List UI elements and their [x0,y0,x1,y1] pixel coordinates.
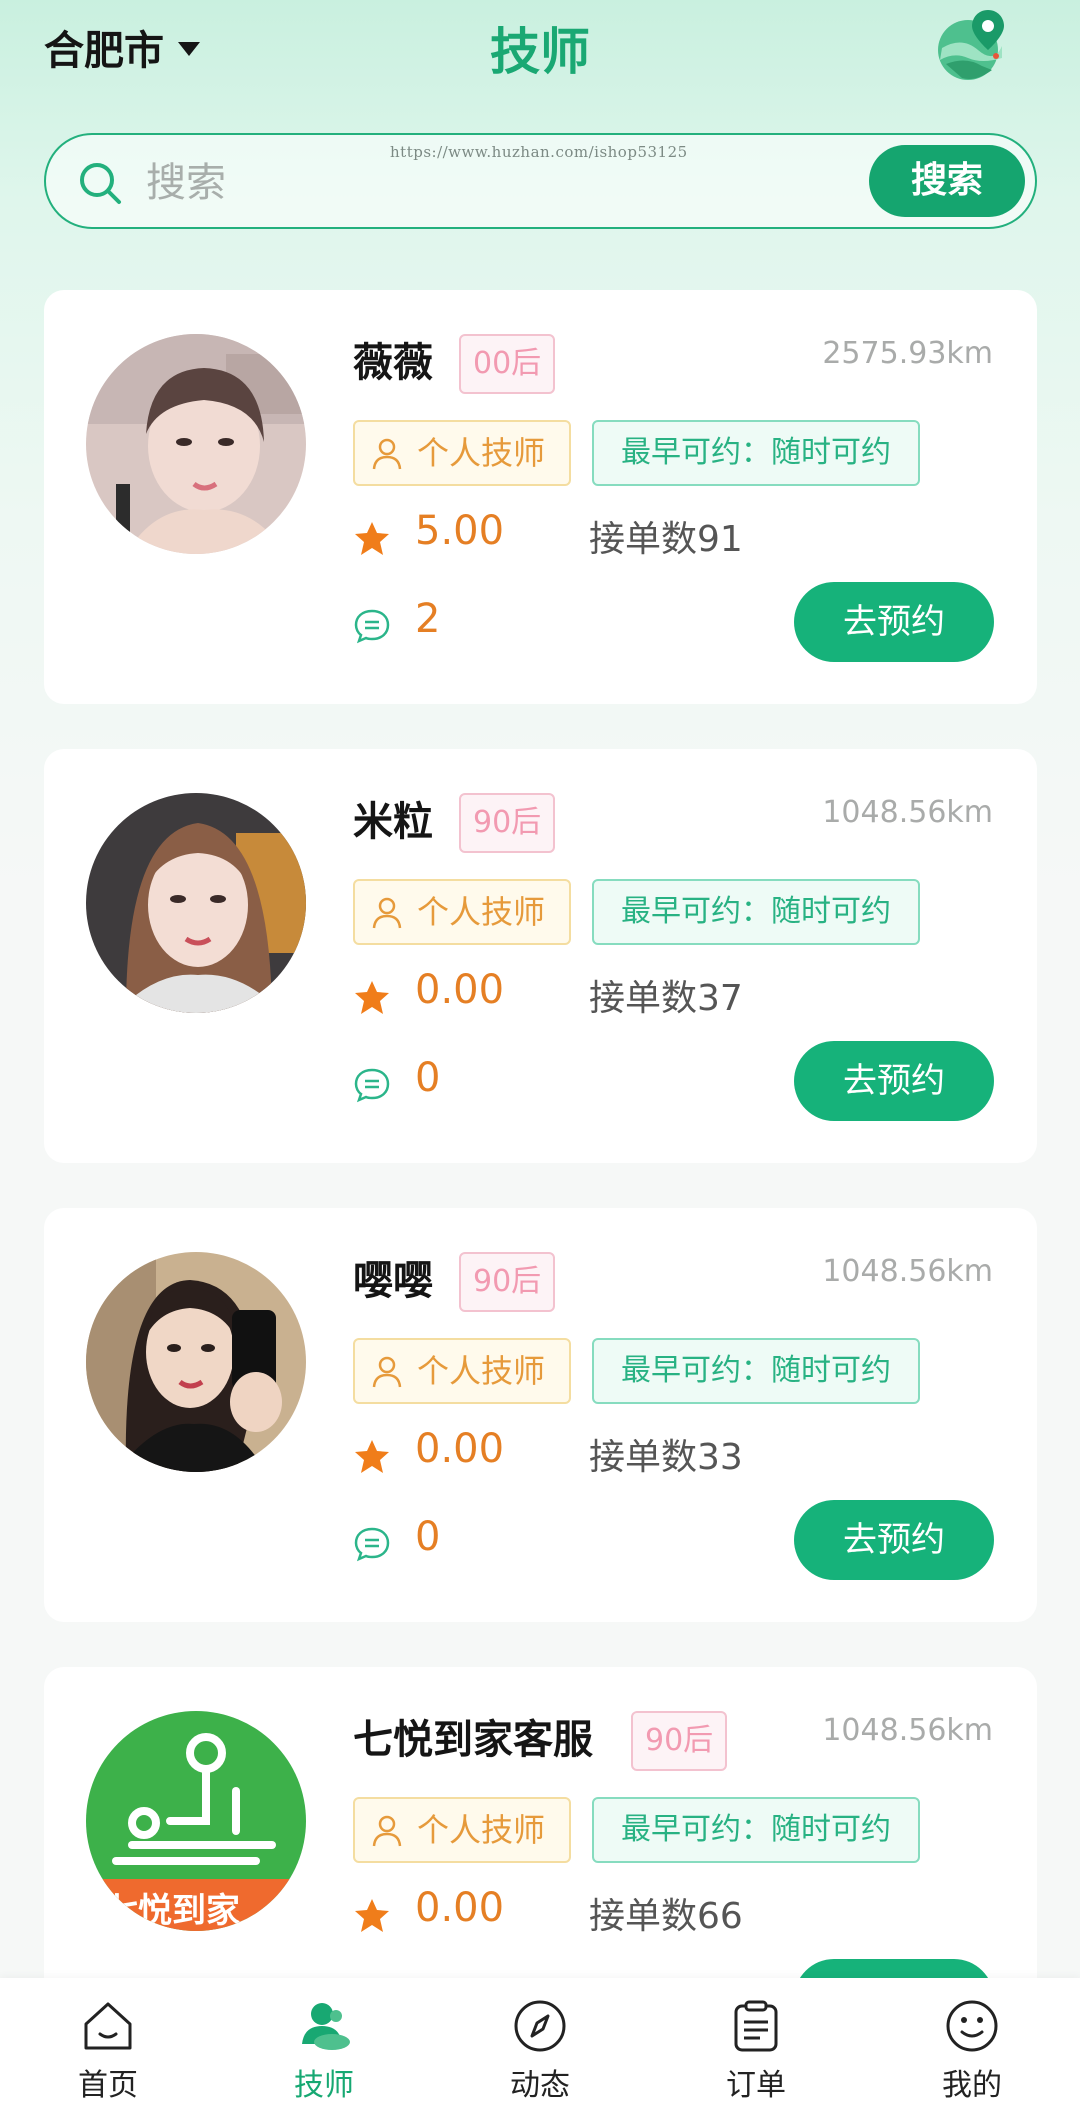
comment-row[interactable]: 0 [353,1055,553,1111]
person-icon [372,1356,402,1388]
map-location-button[interactable] [932,6,1010,84]
comment-icon [354,1527,390,1562]
tab-label: 首页 [78,2068,138,2103]
order-count: 接单数66 [589,1896,743,1937]
watermark-text: https://www.huzhan.com/ishop53125 [390,143,688,161]
availability-tag: 最早可约：随时可约 [592,1338,920,1404]
personal-technician-tag: 个人技师 [353,1797,571,1863]
availability-tag: 最早可约：随时可约 [592,1797,920,1863]
personal-tag-label: 个人技师 [417,1352,546,1390]
rating-row: 0.00 接单数37 [353,967,953,1023]
tab-moments[interactable]: 动态 [470,1978,610,2113]
rating-row: 0.00 接单数66 [353,1885,953,1941]
availability-tag: 最早可约：随时可约 [592,879,920,945]
technician-list-page: 合肥市 技师 搜索 https://www.huzhan.com/ishop53… [0,0,1080,2113]
order-count: 接单数91 [589,519,743,560]
search-button[interactable]: 搜索 [869,145,1025,217]
personal-tag-label: 个人技师 [417,1811,546,1849]
availability-tag: 最早可约：随时可约 [592,420,920,486]
avatar [86,334,306,554]
technician-name: 七悦到家客服 [353,1717,593,1763]
personal-tag-label: 个人技师 [417,434,546,472]
order-count: 接单数33 [589,1437,743,1478]
map-pin-icon [938,10,1004,80]
clipboard-icon [734,2000,778,2052]
avatar [86,793,306,1013]
personal-technician-tag: 个人技师 [353,1338,571,1404]
tab-orders[interactable]: 订单 [686,1978,826,2113]
tab-label: 我的 [942,2068,1002,2103]
age-tag: 90后 [459,1252,556,1312]
technician-name: 嘤嘤 [353,1258,433,1304]
comment-row[interactable]: 2 [353,596,553,652]
avatar: 七悦到家 [86,1711,306,1931]
book-button[interactable]: 去预约 [794,1500,994,1580]
distance-text: 2575.93km [822,336,993,371]
order-count: 接单数37 [589,978,743,1019]
technician-icon [302,2003,350,2050]
personal-technician-tag: 个人技师 [353,879,571,945]
search-input[interactable] [146,155,746,211]
avatar [86,1252,306,1472]
tab-mine[interactable]: 我的 [902,1978,1042,2113]
distance-text: 1048.56km [822,1713,993,1748]
age-tag: 00后 [459,334,556,394]
technician-name: 薇薇 [353,340,433,386]
person-icon [372,438,402,470]
age-tag: 90后 [459,793,556,853]
rating-row: 5.00 接单数91 [353,508,953,564]
technician-card[interactable]: 米粒 90后 1048.56km 个人技师 最早可约：随时可约 0.00 接单数… [44,749,1037,1163]
comment-count: 0 [415,1055,441,1101]
compass-icon [514,2000,566,2052]
personal-technician-tag: 个人技师 [353,420,571,486]
person-icon [372,897,402,929]
smiley-icon [946,2000,998,2052]
comment-icon [354,1068,390,1103]
distance-text: 1048.56km [822,795,993,830]
star-icon [355,522,389,555]
rating-value: 0.00 [415,1885,505,1931]
age-tag: 90后 [631,1711,728,1771]
comment-icon [354,609,390,644]
technician-card[interactable]: 薇薇 00后 2575.93km 个人技师 最早可约：随时可约 5.00 接单数… [44,290,1037,704]
bottom-tab-bar: 首页 技师 动态 订单 我的 [0,1978,1080,2113]
book-button[interactable]: 去预约 [794,1041,994,1121]
comment-count: 2 [415,596,441,642]
page-title: 技师 [490,23,590,81]
personal-tag-label: 个人技师 [417,893,546,931]
rating-value: 5.00 [415,508,505,554]
tab-technician[interactable]: 技师 [254,1978,394,2113]
top-header: 合肥市 技师 [0,0,1080,120]
star-icon [355,981,389,1014]
avatar-logo-text: 七悦到家 [104,1891,240,1931]
tab-label: 订单 [726,2068,786,2103]
tab-home[interactable]: 首页 [38,1978,178,2113]
distance-text: 1048.56km [822,1254,993,1289]
technician-name: 米粒 [353,799,433,845]
rating-value: 0.00 [415,1426,505,1472]
star-icon [355,1440,389,1473]
tab-label: 动态 [510,2068,570,2103]
tab-label: 技师 [294,2068,354,2103]
search-icon [80,163,121,204]
comment-row[interactable]: 0 [353,1514,553,1570]
star-icon [355,1899,389,1932]
home-icon [84,2002,132,2050]
technician-card[interactable]: 嘤嘤 90后 1048.56km 个人技师 最早可约：随时可约 0.00 接单数… [44,1208,1037,1622]
rating-value: 0.00 [415,967,505,1013]
book-button[interactable]: 去预约 [794,582,994,662]
rating-row: 0.00 接单数33 [353,1426,953,1482]
comment-count: 0 [415,1514,441,1560]
person-icon [372,1815,402,1847]
